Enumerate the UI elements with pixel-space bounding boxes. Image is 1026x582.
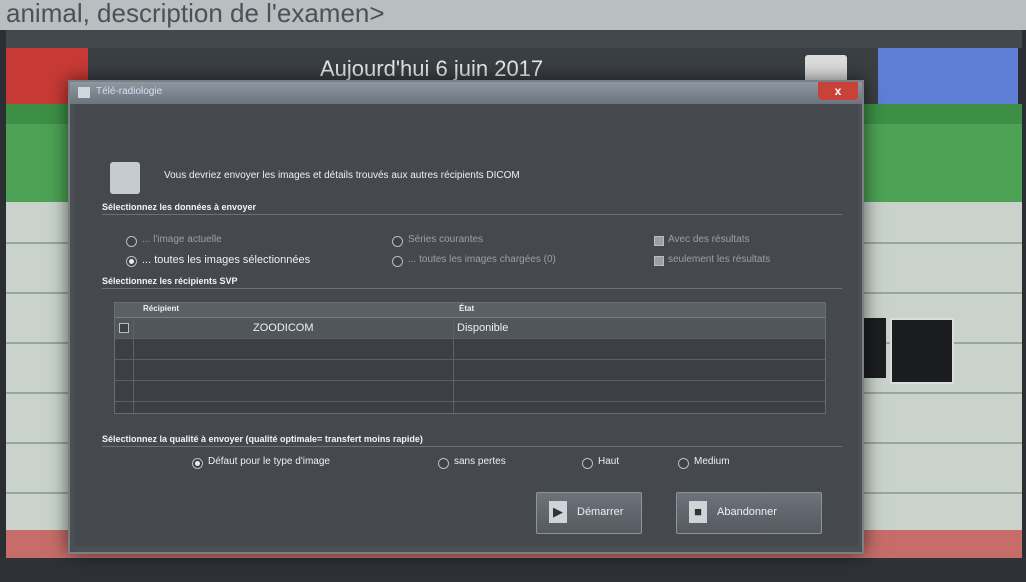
quality-high-label: Haut [598,456,620,467]
recipient-name: ZOODICOM [253,322,314,334]
radio-loaded-images[interactable] [392,256,403,267]
section-data-label: Sélectionnez les données à envoyer [102,202,257,212]
option-loaded-images: ... toutes les images chargées (0) [408,254,556,265]
dialog-titlebar[interactable]: Télé-radiologie x [70,82,862,104]
recipients-table: Récipient État ZOODICOM Disponible [114,302,826,414]
radio-current-series[interactable] [392,236,403,247]
quality-medium-label: Medium [694,456,730,467]
column-recipient-label: Récipient [143,304,180,313]
radio-quality-high[interactable] [582,458,593,469]
option-only-results: seulement les résultats [668,254,771,265]
table-row[interactable] [115,339,825,360]
table-row[interactable] [115,360,825,381]
quality-default-label: Défaut pour le type d'image [208,456,330,467]
blue-tile[interactable] [878,48,1018,104]
radio-selected-images[interactable] [126,256,137,267]
exam-title: animal, description de l'examen> [6,0,385,28]
radio-current-image[interactable] [126,236,137,247]
network-send-icon [110,162,140,194]
column-state-label: État [459,304,475,313]
quality-lossless-label: sans pertes [454,456,506,467]
run-icon: ▶ [549,501,567,523]
exit-door-icon: ■ [689,501,707,523]
radio-quality-default[interactable] [192,458,203,469]
abort-button-label: Abandonner [717,506,777,518]
option-with-results: Avec des résultats [668,234,750,245]
start-button[interactable]: ▶ Démarrer [536,492,642,534]
checkbox-with-results[interactable] [654,236,664,246]
start-button-label: Démarrer [577,506,624,518]
divider [102,446,842,447]
divider [133,303,134,413]
section-quality-label: Sélectionnez la qualité à envoyer (quali… [102,434,423,444]
select-all-header[interactable] [115,303,133,318]
background-band [6,30,1022,48]
option-selected-images: ... toutes les images sélectionnées [142,254,311,266]
image-thumbnail[interactable] [890,318,954,384]
radio-quality-medium[interactable] [678,458,689,469]
close-button[interactable]: x [818,82,858,100]
abort-button[interactable]: ■ Abandonner [676,492,822,534]
teleradiology-dialog: Télé-radiologie x Vous devriez envoyer l… [68,80,864,554]
app-icon [78,87,90,98]
checkbox-only-results[interactable] [654,256,664,266]
column-recipient[interactable]: Récipient [133,303,453,318]
bottom-bar [0,558,1026,582]
dialog-title: Télé-radiologie [96,86,163,97]
dialog-body: Vous devriez envoyer les images et détai… [74,104,858,546]
divider [102,214,842,215]
divider [102,288,842,289]
option-current-series: Séries courantes [408,234,484,245]
row-checkbox[interactable] [119,323,129,333]
table-row[interactable]: ZOODICOM Disponible [115,318,825,339]
column-state[interactable]: État [453,303,825,318]
section-recipients-label: Sélectionnez les récipients SVP [102,276,238,286]
today-date: Aujourd'hui 6 juin 2017 [320,56,544,81]
table-row[interactable] [115,381,825,402]
recipient-state: Disponible [457,322,509,334]
radio-quality-lossless[interactable] [438,458,449,469]
divider [453,303,454,413]
intro-text: Vous devriez envoyer les images et détai… [164,170,520,181]
option-current-image: ... l'image actuelle [142,234,222,245]
